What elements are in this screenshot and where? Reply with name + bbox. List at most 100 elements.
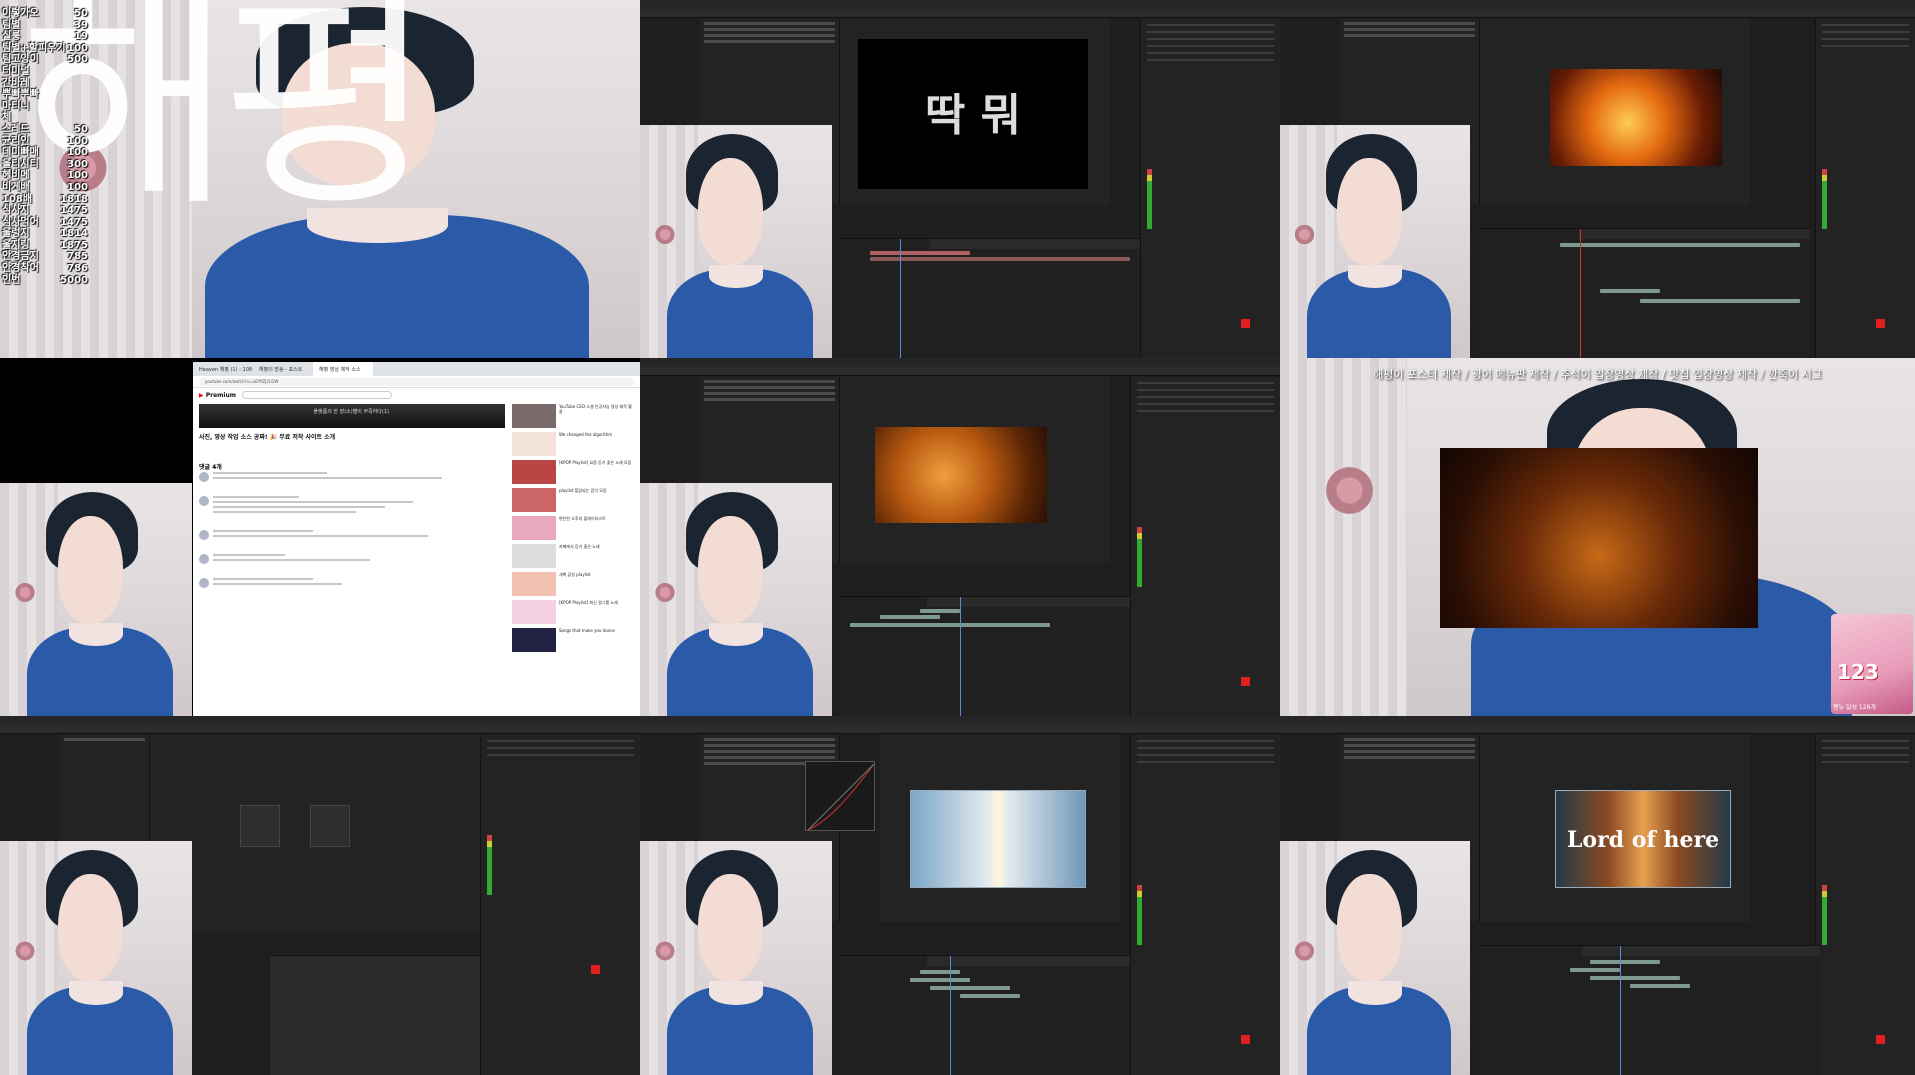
timeline-panel[interactable] — [1480, 945, 1820, 1075]
browser-tabs: Heaven 해평 (1) - 108 해평이 방송 - 포스트 해평 영상 제작 … — [193, 362, 640, 376]
recommended-video[interactable]: [KPOP Playlist] 최신 걸그룹 노래 — [512, 600, 634, 624]
cell-ae-curves — [640, 716, 1280, 1075]
video-thumbnail[interactable] — [512, 432, 556, 456]
stat-value: 39 — [74, 19, 88, 31]
address-bar[interactable]: youtube.com/watch?v=u0YPZJ2U1W — [199, 378, 634, 386]
video-player[interactable]: 플랫폼의 한 장(소)별이 부족하다(1). — [199, 404, 505, 428]
video-thumbnail[interactable] — [512, 460, 556, 484]
recommended-title: YouTube CEO 소셜 인공지능 영상 제작 활용 — [559, 404, 632, 414]
player-caption: 플랫폼의 한 장(소)별이 부족하다(1). — [313, 409, 391, 415]
cell-ae-text: 딱 뭐 — [640, 0, 1280, 358]
stream-grid: 해평 이렇가오 50 팀별 39 실룽 19 팀별+할피우기 100 팀고양이 500 터미널 간바레… — [0, 0, 1915, 1075]
browser-tab[interactable]: Heaven 해평 (1) - 108 — [193, 362, 253, 376]
stat-label: 팀별 — [2, 19, 21, 31]
webcam-pip — [640, 841, 832, 1075]
sticker-caption: 팬뉴 달성 128개 — [1833, 704, 1876, 711]
recommended-video[interactable]: playlist 힐링되는 음악 모음 — [512, 488, 634, 512]
stat-row: 데미빠매 100 — [2, 147, 88, 159]
webcam-pip — [640, 483, 832, 716]
recommended-list: YouTube CEO 소셜 인공지능 영상 제작 활용 We changed t… — [512, 404, 634, 656]
stat-label: 터미널 — [2, 65, 30, 77]
video-title: 사진, 영상 작업 소스 공짜! 🎉 무료 저작 사이트 소개 — [199, 434, 336, 441]
recommended-title: [KPOP Playlist] 최신 걸그룹 노래 — [559, 600, 618, 605]
curve-line — [807, 763, 874, 830]
stat-value: 786 — [67, 263, 88, 275]
youtube-logo[interactable]: ▶ Premium — [199, 392, 236, 399]
comments-header: 댓글 4개 — [199, 464, 222, 471]
stat-row: 뿌빠뿌빠 — [2, 89, 88, 101]
stat-label: 안경착어 — [2, 263, 39, 275]
title-comp-preview[interactable]: Lord of here — [1555, 790, 1731, 888]
search-input[interactable] — [241, 391, 392, 399]
browser-tab[interactable]: 해평이 방송 - 포스트 — [253, 362, 313, 376]
sky-preview[interactable] — [910, 790, 1086, 888]
stat-label: 뿌빠뿌빠 — [2, 89, 39, 101]
stat-row: 균리인 100 — [2, 136, 88, 148]
scrolling-commission-text: 해평이 포스터 제작 / 광어 메뉴판 제작 / 추석이 입장영상 제작 / 맛… — [1373, 368, 1822, 381]
stat-label: 식사지 — [2, 205, 30, 217]
composition-preview[interactable]: 딱 뭐 — [858, 39, 1088, 189]
webcam-pip — [1280, 125, 1470, 358]
recommended-video[interactable]: 카페에서 듣기 좋은 노래 — [512, 544, 634, 568]
recommended-video[interactable]: 새벽 감성 playlist — [512, 572, 634, 596]
stat-label: 균리인 — [2, 135, 30, 147]
curves-graph[interactable] — [805, 761, 875, 831]
stat-row: 108배 1818 — [2, 194, 88, 206]
cell-ae-lion — [1280, 0, 1915, 358]
stat-row: 울지링 1875 — [2, 240, 88, 252]
recommended-title: [KPOP Playlist] 요즘 듣기 좋은 노래 모음 — [559, 460, 632, 465]
color-swatch[interactable] — [1876, 319, 1885, 328]
stat-row: 터미널 — [2, 66, 88, 78]
stat-row: 식사지 1475 — [2, 205, 88, 217]
cell-ae-lion-orange — [640, 358, 1280, 716]
stat-value: 50 — [74, 8, 88, 19]
stat-label: 마티니 — [2, 100, 30, 112]
color-swatch[interactable] — [1241, 1035, 1250, 1044]
video-thumbnail[interactable] — [512, 544, 556, 568]
stat-value: 50 — [74, 123, 88, 135]
stat-label: 스레드 — [2, 123, 30, 135]
new-composition-button[interactable] — [240, 805, 280, 847]
video-thumbnail[interactable] — [512, 600, 556, 624]
color-swatch[interactable] — [591, 965, 600, 974]
video-thumbnail[interactable] — [512, 404, 556, 428]
fire-lion-preview[interactable] — [1550, 69, 1722, 166]
new-from-footage-button[interactable] — [310, 805, 350, 847]
recommended-video[interactable]: YouTube CEO 소셜 인공지능 영상 제작 활용 — [512, 404, 634, 428]
webcam-pip — [0, 841, 192, 1075]
orange-lion-preview[interactable] — [875, 427, 1047, 523]
color-swatch[interactable] — [1241, 677, 1250, 686]
color-swatch[interactable] — [1241, 319, 1250, 328]
stat-label: 체 — [2, 112, 12, 124]
recommended-title: 편안한 오후의 플레이리스트 — [559, 516, 606, 521]
stat-value: 500 — [67, 54, 88, 66]
webcam-pip — [1280, 841, 1470, 1075]
color-swatch[interactable] — [1876, 1035, 1885, 1044]
timeline-panel[interactable] — [1480, 228, 1810, 358]
stat-value: 100 — [67, 147, 88, 159]
cell-ae-start — [0, 716, 640, 1075]
video-thumbnail[interactable] — [512, 516, 556, 540]
recommended-video[interactable]: Songs that make you dance — [512, 628, 634, 652]
recommended-video[interactable]: We changed the algorithm — [512, 432, 634, 456]
browser-tab[interactable]: 해평 영상 제작 소스 — [313, 362, 373, 376]
timeline-panel[interactable] — [270, 955, 480, 1075]
timeline-panel[interactable] — [840, 955, 1130, 1075]
video-thumbnail[interactable] — [512, 488, 556, 512]
video-thumbnail[interactable] — [512, 628, 556, 652]
timeline-panel[interactable] — [840, 238, 1140, 358]
stat-value: 1818 — [60, 193, 88, 205]
stat-value: 785 — [67, 251, 88, 263]
stat-label: 팀고양이 — [2, 54, 39, 66]
video-thumbnail[interactable] — [512, 572, 556, 596]
timeline-panel[interactable] — [840, 596, 1130, 716]
stat-row: 팀고양이 500 — [2, 54, 88, 66]
stat-row: 팀별 39 — [2, 20, 88, 32]
recommended-video[interactable]: 편안한 오후의 플레이리스트 — [512, 516, 634, 540]
cell-webcam-stats: 해평 이렇가오 50 팀별 39 실룽 19 팀별+할피우기 100 팀고양이 500 터미널 간바레… — [0, 0, 640, 358]
cell-youtube: Heaven 해평 (1) - 108 해평이 방송 - 포스트 해평 영상 제작 … — [0, 358, 640, 716]
recommended-video[interactable]: [KPOP Playlist] 요즘 듣기 좋은 노래 모음 — [512, 460, 634, 484]
stat-row: 이렇가오 50 — [2, 8, 88, 20]
comp-title-text: Lord of here — [1566, 827, 1720, 853]
stat-row: 마티니 — [2, 101, 88, 113]
